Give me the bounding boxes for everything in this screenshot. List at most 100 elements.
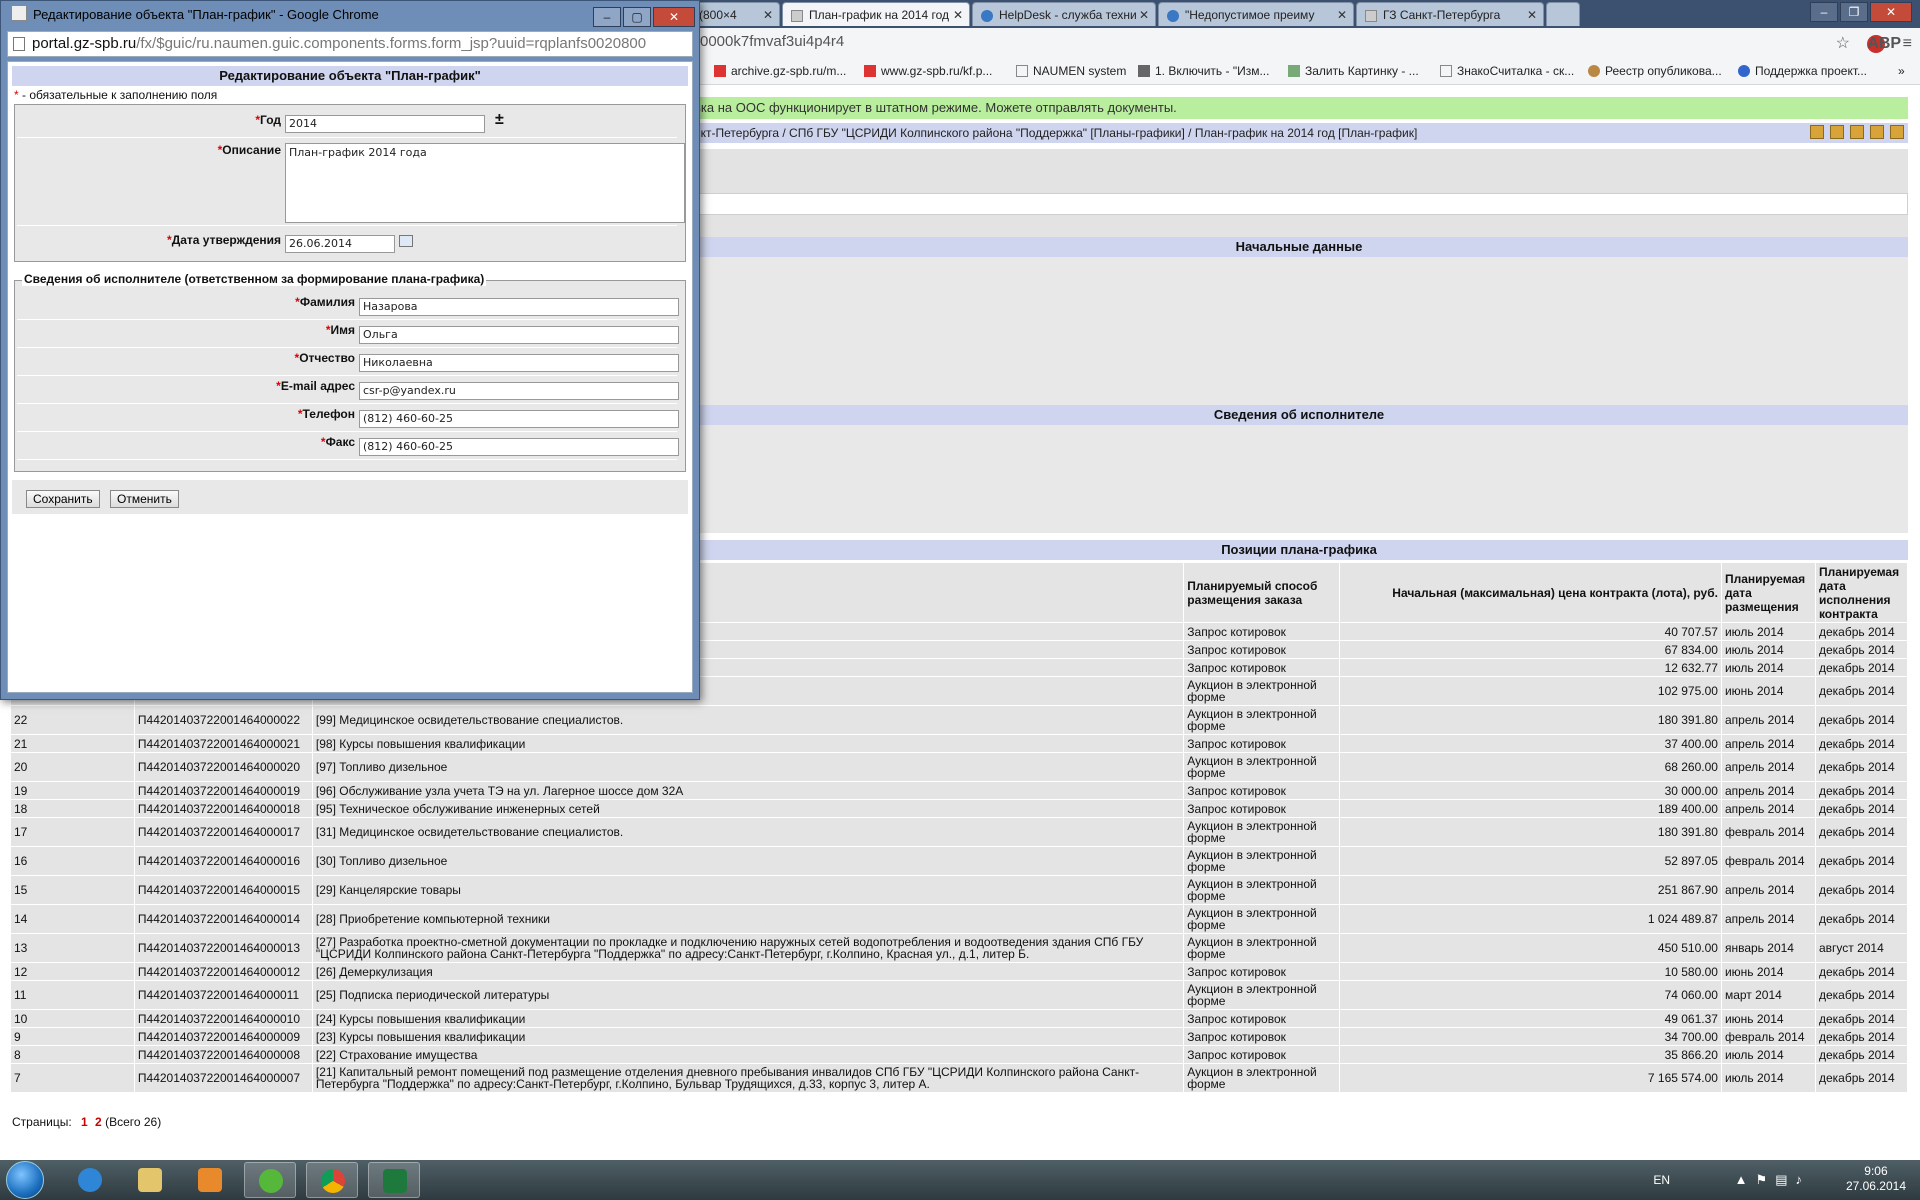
taskbar-explorer[interactable] bbox=[124, 1162, 176, 1198]
cancel-button[interactable]: Отменить bbox=[110, 490, 179, 508]
column-header-execution-date[interactable]: Планируемая дата исполнения контракта bbox=[1814, 562, 1909, 623]
clock[interactable]: 9:06 27.06.2014 bbox=[1846, 1164, 1906, 1194]
lastname-row: *Фамилия Назарова bbox=[17, 293, 679, 320]
row-execution-date: декабрь 2014 bbox=[1814, 781, 1909, 800]
firstname-input[interactable]: Ольга bbox=[359, 326, 679, 344]
adblock-icon[interactable]: ABP bbox=[1867, 35, 1901, 53]
phone-input[interactable]: (812) 460-60-25 bbox=[359, 410, 679, 428]
taskbar-chrome[interactable] bbox=[306, 1162, 358, 1198]
close-icon[interactable]: ✕ bbox=[1337, 3, 1347, 26]
table-row[interactable]: 19 П44201403722001464000019 [96] Обслужива… bbox=[10, 781, 1909, 800]
table-row[interactable]: 20 П44201403722001464000020 [97] Топливо д… bbox=[10, 752, 1909, 782]
close-icon[interactable]: ✕ bbox=[953, 3, 963, 26]
tray-arrow-icon[interactable]: ▲ bbox=[1735, 1172, 1756, 1187]
close-icon[interactable]: ✕ bbox=[1870, 2, 1912, 22]
taskbar-media-player[interactable] bbox=[184, 1162, 236, 1198]
tab-gz-spb[interactable]: ГЗ Санкт-Петербурга ✕ bbox=[1356, 2, 1544, 26]
close-icon[interactable]: ✕ bbox=[1139, 3, 1149, 26]
taskbar-icq[interactable] bbox=[244, 1162, 296, 1198]
table-row[interactable]: 9 П44201403722001464000009 [23] Курсы повы… bbox=[10, 1027, 1909, 1046]
bookmark-gz-spb[interactable]: www.gz-spb.ru/kf.p... bbox=[864, 64, 992, 78]
row-price: 67 834.00 bbox=[1339, 640, 1722, 659]
form-buttons: Сохранить Отменить bbox=[12, 480, 688, 514]
taskbar-excel[interactable] bbox=[368, 1162, 420, 1198]
bookmark-archive[interactable]: archive.gz-spb.ru/m... bbox=[714, 64, 846, 78]
breadcrumb-text[interactable]: нкт-Петербурга / СПб ГБУ "ЦСРИДИ Колпинс… bbox=[694, 126, 1417, 140]
taskbar-ie[interactable] bbox=[64, 1162, 116, 1198]
fax-input[interactable]: (812) 460-60-25 bbox=[359, 438, 679, 456]
tab-helpdesk[interactable]: HelpDesk - служба техни ✕ bbox=[972, 2, 1156, 26]
row-execution-date: декабрь 2014 bbox=[1814, 676, 1909, 706]
table-row[interactable]: 8 П44201403722001464000008 [22] Страховани… bbox=[10, 1045, 1909, 1064]
bookmark-label: Залить Картинку - ... bbox=[1305, 64, 1419, 78]
refresh-icon[interactable] bbox=[1850, 125, 1864, 139]
row-method: Аукцион в электронной форме bbox=[1183, 1063, 1341, 1093]
section-header-positions: Позиции плана-графика bbox=[690, 540, 1908, 560]
minimize-icon[interactable]: – bbox=[593, 7, 621, 27]
approval-date-input[interactable]: 26.06.2014 bbox=[285, 235, 395, 253]
close-icon[interactable]: ✕ bbox=[653, 7, 695, 27]
table-row[interactable]: 18 П44201403722001464000018 [95] Техническ… bbox=[10, 799, 1909, 818]
table-row[interactable]: 11 П44201403722001464000011 [25] Подписка … bbox=[10, 980, 1909, 1010]
home-icon[interactable] bbox=[1830, 125, 1844, 139]
network-icon[interactable]: ▤ bbox=[1775, 1172, 1795, 1187]
calendar-icon[interactable] bbox=[399, 235, 413, 247]
close-icon[interactable]: ✕ bbox=[763, 3, 773, 26]
minimize-icon[interactable]: – bbox=[1810, 2, 1838, 22]
popup-url-bar[interactable]: portal.gz-spb.ru/fx/$guic/ru.naumen.guic… bbox=[7, 31, 693, 57]
plus-minus-icon[interactable]: ± bbox=[495, 111, 504, 129]
page-link-2[interactable]: 2 bbox=[95, 1115, 102, 1129]
page-link-1[interactable]: 1 bbox=[81, 1115, 88, 1129]
column-header-price[interactable]: Начальная (максимальная) цена контракта … bbox=[1339, 562, 1722, 623]
row-execution-date: декабрь 2014 bbox=[1814, 904, 1909, 934]
table-row[interactable]: 10 П44201403722001464000010 [24] Курсы пов… bbox=[10, 1009, 1909, 1028]
table-row[interactable]: 16 П44201403722001464000016 [30] Топливо д… bbox=[10, 846, 1909, 876]
email-input[interactable]: csr-p@yandex.ru bbox=[359, 382, 679, 400]
bookmark-label: archive.gz-spb.ru/m... bbox=[731, 64, 847, 78]
middlename-input[interactable]: Николаевна bbox=[359, 354, 679, 372]
bookmark-znakoschitalka[interactable]: ЗнакоСчиталка - ск... bbox=[1440, 64, 1574, 78]
window-controls: – ❐ ✕ bbox=[1808, 2, 1912, 22]
bookmarks-overflow-icon[interactable]: » bbox=[1898, 64, 1905, 78]
menu-icon[interactable]: ≡ bbox=[1903, 35, 1912, 53]
table-row[interactable]: 13 П44201403722001464000013 [27] Разработк… bbox=[10, 933, 1909, 963]
table-row[interactable]: 7 П44201403722001464000007 [21] Капитальны… bbox=[10, 1063, 1909, 1093]
folder-icon[interactable] bbox=[1810, 125, 1824, 139]
table-row[interactable]: 12 П44201403722001464000012 [26] Демеркули… bbox=[10, 962, 1909, 981]
document-icon bbox=[1016, 65, 1028, 77]
bookmark-vklyuchit[interactable]: 1. Включить - "Изм... bbox=[1138, 64, 1269, 78]
flag-icon[interactable]: ⚑ bbox=[1756, 1172, 1776, 1187]
popup-titlebar[interactable]: Редактирование объекта "План-график" - G… bbox=[1, 1, 699, 29]
maximize-icon[interactable]: ▢ bbox=[623, 7, 651, 27]
table-row[interactable]: 14 П44201403722001464000014 [28] Приобрете… bbox=[10, 904, 1909, 934]
table-row[interactable]: 15 П44201403722001464000015 [29] Канцелярс… bbox=[10, 875, 1909, 905]
tray-icons: ▲⚑▤♪ bbox=[1735, 1172, 1810, 1188]
restore-icon[interactable]: ❐ bbox=[1840, 2, 1868, 22]
table-row[interactable]: 17 П44201403722001464000017 [31] Медицинск… bbox=[10, 817, 1909, 847]
forward-icon[interactable] bbox=[1890, 125, 1904, 139]
new-tab-button[interactable] bbox=[1546, 2, 1580, 26]
start-button[interactable] bbox=[6, 1161, 44, 1199]
table-row[interactable]: 21 П44201403722001464000021 [98] Курсы пов… bbox=[10, 734, 1909, 753]
description-textarea[interactable]: План-график 2014 года bbox=[285, 143, 685, 223]
close-icon[interactable]: ✕ bbox=[1527, 3, 1537, 26]
language-indicator[interactable]: EN bbox=[1653, 1173, 1670, 1187]
row-name: [24] Курсы повышения квалификации bbox=[311, 1009, 1185, 1028]
column-header-method[interactable]: Планируемый способ размещения заказа bbox=[1183, 562, 1341, 623]
bookmark-podderzhka[interactable]: Поддержка проект... bbox=[1738, 64, 1867, 78]
tab-plan-grafik[interactable]: План-график на 2014 год ✕ bbox=[782, 2, 970, 26]
column-header-placement-date[interactable]: Планируемая дата размещения bbox=[1720, 562, 1816, 623]
year-input[interactable]: 2014 bbox=[285, 115, 485, 133]
save-button[interactable]: Сохранить bbox=[26, 490, 100, 508]
lastname-input[interactable]: Назарова bbox=[359, 298, 679, 316]
bookmark-naumen[interactable]: NAUMEN system bbox=[1016, 64, 1126, 78]
bookmark-reestr[interactable]: Реестр опубликова... bbox=[1588, 64, 1722, 78]
back-icon[interactable] bbox=[1870, 125, 1884, 139]
bookmark-zalit-kartinku[interactable]: Залить Картинку - ... bbox=[1288, 64, 1419, 78]
table-row[interactable]: 22 П44201403722001464000022 [99] Медицинск… bbox=[10, 705, 1909, 735]
volume-icon[interactable]: ♪ bbox=[1796, 1172, 1811, 1187]
star-icon[interactable]: ☆ bbox=[1836, 33, 1850, 53]
row-placement-date: апрель 2014 bbox=[1720, 875, 1816, 905]
row-execution-date: декабрь 2014 bbox=[1814, 875, 1909, 905]
tab-nedopustimoe[interactable]: "Недопустимое преиму ✕ bbox=[1158, 2, 1354, 26]
